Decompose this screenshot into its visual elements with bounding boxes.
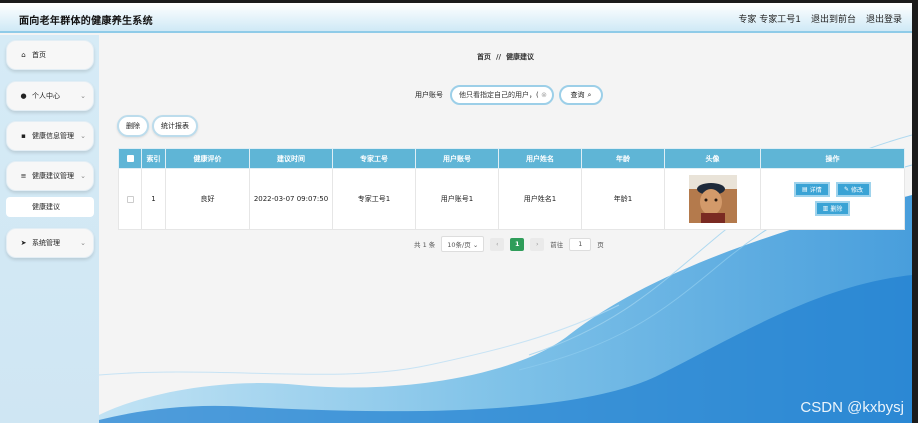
next-page-button[interactable]: ›	[530, 237, 545, 251]
breadcrumb-current: 健康建议	[506, 53, 535, 61]
pager-total: 共 1 条	[414, 241, 436, 249]
chevron-down-icon: ⌄	[80, 132, 86, 140]
search-input[interactable]: 他只看指定自己的用户，( ⊗	[450, 85, 554, 105]
column-header: 操作	[760, 148, 905, 169]
search-label: 用户账号	[415, 91, 443, 99]
sidebar-item-home[interactable]: ⌂ 首页	[6, 40, 94, 70]
column-header: 建议时间	[249, 148, 333, 169]
cell-name: 用户姓名1	[498, 168, 582, 230]
table-row: 1 良好 2022-03-07 09:07:50 专家工号1 用户账号1 用户姓…	[118, 168, 905, 230]
sidebar-item-label: 健康信息管理	[32, 132, 74, 140]
page-number-current[interactable]: 1	[510, 237, 525, 251]
user-icon: ●	[20, 92, 27, 100]
sidebar-item-health-info[interactable]: ▪ 健康信息管理 ⌄	[6, 121, 94, 151]
user-info: 专家 专家工号1	[738, 12, 801, 25]
sidebar: ⌂ 首页 ● 个人中心 ⌄ ▪ 健康信息管理 ⌄ ≡ 健康建议管理 ⌄ 健康建议…	[0, 35, 99, 423]
column-header: 头像	[664, 148, 761, 169]
cell-index: 1	[141, 168, 166, 230]
column-header: 专家工号	[332, 148, 416, 169]
user-name: 专家工号1	[759, 15, 801, 25]
app-window: 面向老年群体的健康养生系统 专家 专家工号1 退出到前台 退出登录 ⌂ 首页 ●…	[0, 3, 912, 423]
list-icon: ≡	[20, 172, 27, 180]
row-delete-button-label: 删除	[830, 206, 843, 213]
sidebar-item-label: 首页	[32, 51, 46, 59]
top-bar: 面向老年群体的健康养生系统 专家 专家工号1 退出到前台 退出登录	[0, 3, 912, 33]
column-header: 用户姓名	[498, 148, 582, 169]
row-delete-button[interactable]: ▥ 删除	[814, 201, 851, 216]
main-content: 首页 // 健康建议 用户账号 他只看指定自己的用户，( ⊗ 查询 ⌕ 删除 统计报…	[99, 35, 912, 423]
cell-time: 2022-03-07 09:07:50	[249, 168, 333, 230]
sidebar-item-label: 个人中心	[32, 92, 60, 100]
avatar	[688, 175, 737, 223]
sidebar-subitem-health-advice[interactable]: 健康建议	[6, 197, 94, 217]
sidebar-item-label: 系统管理	[32, 239, 60, 247]
home-icon: ⌂	[21, 51, 26, 59]
goto-label: 前往	[550, 241, 564, 249]
edit-button-label: 修改	[850, 187, 863, 194]
data-table: 索引 健康评价 建议时间 专家工号 用户账号 用户姓名 年龄 头像 操作 1 良…	[118, 148, 905, 230]
trash-icon: ▥	[822, 205, 829, 212]
page-size-value: 10条/页	[447, 241, 471, 249]
row-checkbox[interactable]	[126, 195, 134, 203]
search-button[interactable]: 查询 ⌕	[559, 85, 603, 105]
chevron-down-icon: ⌄	[80, 239, 86, 247]
select-all-header[interactable]	[118, 148, 142, 169]
sidebar-item-system[interactable]: ➤ 系统管理 ⌄	[6, 228, 94, 258]
app-title: 面向老年群体的健康养生系统	[19, 16, 153, 27]
search-button-label: 查询	[570, 91, 585, 99]
search-input-value: 他只看指定自己的用户，(	[459, 91, 539, 99]
table-header-row: 索引 健康评价 建议时间 专家工号 用户账号 用户姓名 年龄 头像 操作	[118, 148, 905, 169]
report-button[interactable]: 统计报表	[152, 115, 198, 137]
watermark: CSDN @kxbysj	[800, 399, 904, 416]
user-role: 专家	[738, 15, 757, 25]
grid-icon: ▪	[21, 132, 26, 140]
goto-page-suffix: 页	[597, 241, 604, 249]
detail-button[interactable]: ▤ 详情	[794, 182, 830, 197]
action-buttons: 删除 统计报表	[117, 115, 198, 137]
chevron-down-icon: ⌄	[472, 241, 479, 249]
top-right-menu: 专家 专家工号1 退出到前台 退出登录	[738, 12, 902, 25]
cell-account: 用户账号1	[415, 168, 499, 230]
edit-icon: ✎	[843, 186, 849, 193]
delete-button[interactable]: 删除	[117, 115, 149, 137]
edit-button[interactable]: ✎ 修改	[835, 182, 871, 197]
cell-evaluation: 良好	[165, 168, 250, 230]
cell-avatar	[664, 168, 761, 230]
breadcrumb-separator: //	[495, 53, 502, 61]
chevron-down-icon: ⌄	[80, 172, 86, 180]
column-header: 年龄	[581, 148, 665, 169]
row-select-cell[interactable]	[118, 168, 142, 230]
page-size-select[interactable]: 10条/页 ⌄	[441, 236, 485, 252]
cell-operations: ▤ 详情 ✎ 修改 ▥ 删除	[760, 168, 905, 230]
breadcrumb: 首页 // 健康建议	[99, 52, 912, 62]
detail-button-label: 详情	[809, 187, 822, 194]
column-header: 健康评价	[165, 148, 250, 169]
chevron-down-icon: ⌄	[80, 92, 86, 100]
logout-link[interactable]: 退出登录	[866, 12, 902, 25]
cell-age: 年龄1	[581, 168, 665, 230]
send-icon: ➤	[20, 239, 27, 247]
search-bar: 用户账号 他只看指定自己的用户，( ⊗ 查询 ⌕	[415, 85, 603, 105]
goto-page-input[interactable]: 1	[569, 237, 592, 251]
column-header: 索引	[141, 148, 166, 169]
sidebar-item-label: 健康建议管理	[32, 172, 74, 180]
pagination: 共 1 条 10条/页 ⌄ ‹ 1 › 前往 1 页	[414, 236, 604, 252]
sidebar-item-health-advice[interactable]: ≡ 健康建议管理 ⌄	[6, 161, 94, 191]
search-icon: ⌕	[587, 90, 592, 99]
select-all-checkbox[interactable]	[126, 155, 134, 162]
cell-expert-id: 专家工号1	[332, 168, 416, 230]
detail-icon: ▤	[802, 186, 808, 193]
exit-to-front-link[interactable]: 退出到前台	[811, 12, 856, 25]
breadcrumb-home[interactable]: 首页	[477, 53, 491, 61]
clear-icon[interactable]: ⊗	[541, 87, 547, 103]
sidebar-item-personal-center[interactable]: ● 个人中心 ⌄	[6, 81, 94, 111]
column-header: 用户账号	[415, 148, 499, 169]
prev-page-button[interactable]: ‹	[490, 237, 505, 251]
